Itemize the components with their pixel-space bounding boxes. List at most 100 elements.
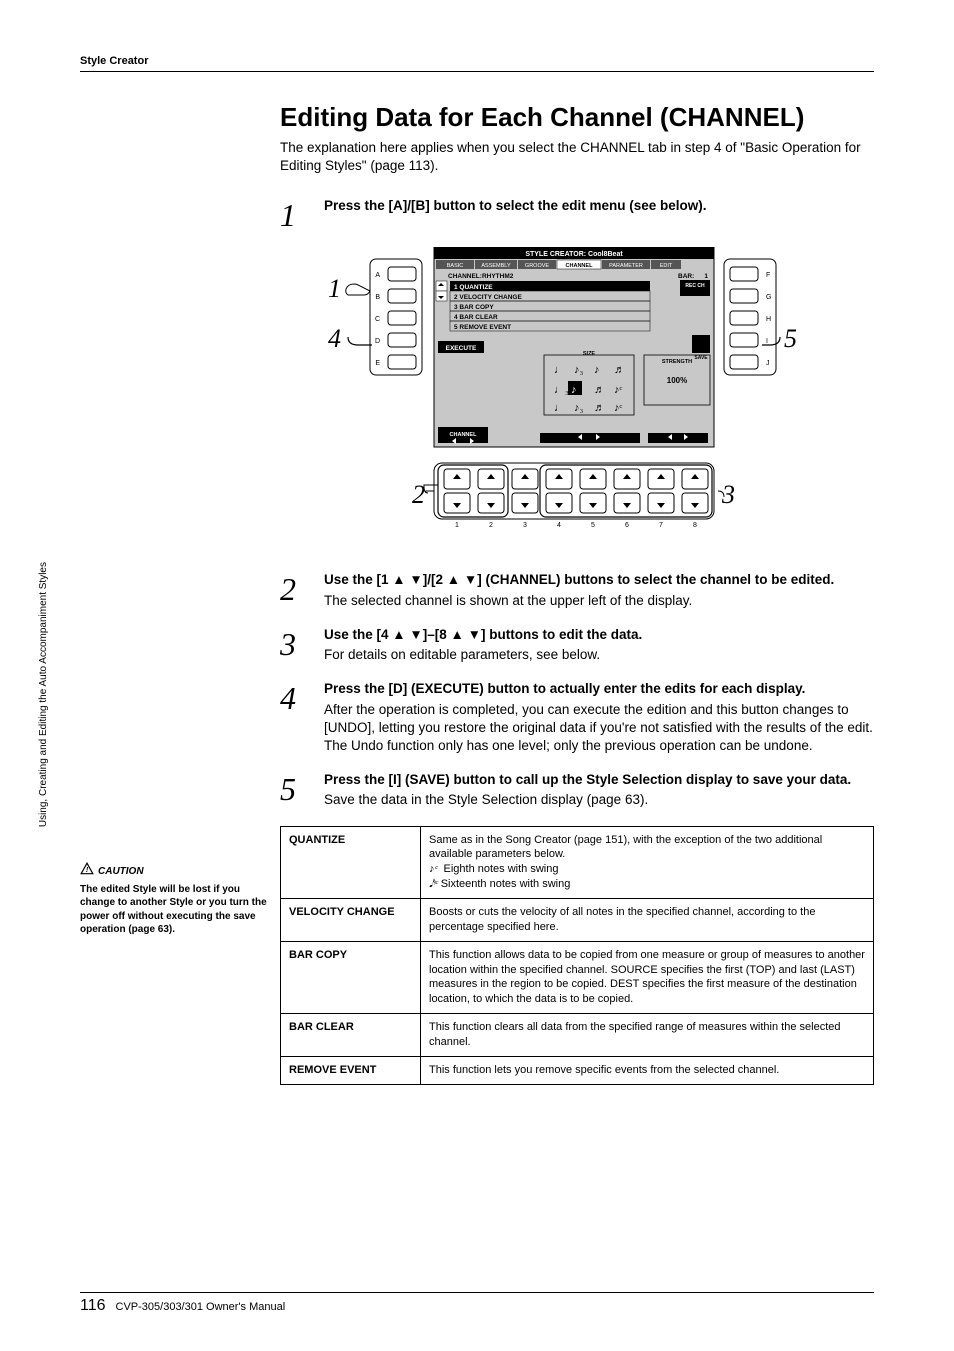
screen-strength-value: 100% xyxy=(667,376,687,385)
caution-box: ! CAUTION The edited Style will be lost … xyxy=(80,862,270,937)
screen-strength-label: STRENGTH xyxy=(662,359,692,365)
svg-text:E: E xyxy=(375,360,380,367)
step-body: Save the data in the Style Selection dis… xyxy=(324,791,874,809)
svg-text:7: 7 xyxy=(659,522,663,529)
svg-text:3 BAR COPY: 3 BAR COPY xyxy=(454,304,494,311)
step-number: 1 xyxy=(280,197,324,231)
param-name: BAR CLEAR xyxy=(281,1014,421,1057)
step-body: After the operation is completed, you ca… xyxy=(324,701,874,756)
callout-2: 2 xyxy=(412,480,425,509)
svg-text:G: G xyxy=(766,294,771,301)
screen-bar-label: BAR: xyxy=(678,273,694,280)
param-desc: This function allows data to be copied f… xyxy=(421,941,874,1013)
svg-text:F: F xyxy=(766,272,770,279)
svg-text:♩₃: ♩₃ xyxy=(554,384,569,396)
sixteenth-swing-icon: 𝅘𝅥𝅯ᶜ xyxy=(429,878,438,890)
panel-button-h: H xyxy=(730,311,771,325)
table-row: REMOVE EVENT This function lets you remo… xyxy=(281,1056,874,1084)
number-button-2: 2 xyxy=(478,469,504,529)
param-name: QUANTIZE xyxy=(281,826,421,898)
bracket-callout-2 xyxy=(438,465,508,517)
table-row: QUANTIZE Same as in the Song Creator (pa… xyxy=(281,826,874,898)
number-button-panel xyxy=(434,463,714,519)
panel-button-g: G xyxy=(730,289,771,303)
screen-title: STYLE CREATOR: Cool8Beat xyxy=(525,251,623,258)
svg-text:1 QUANTIZE: 1 QUANTIZE xyxy=(454,284,493,291)
page-title: Editing Data for Each Channel (CHANNEL) xyxy=(280,102,874,133)
param-name: VELOCITY CHANGE xyxy=(281,899,421,942)
svg-text:3: 3 xyxy=(523,522,527,529)
step-title: Press the [D] (EXECUTE) button to actual… xyxy=(324,680,874,698)
step-3: 3 Use the [4 ▲ ▼]–[8 ▲ ▼] buttons to edi… xyxy=(280,626,874,664)
section-tab: Using, Creating and Editing the Auto Acc… xyxy=(34,552,53,837)
step-4: 4 Press the [D] (EXECUTE) button to actu… xyxy=(280,680,874,755)
svg-text:2: 2 xyxy=(489,522,493,529)
svg-text:♪ᶜ: ♪ᶜ xyxy=(614,402,623,414)
svg-text:4: 4 xyxy=(557,522,561,529)
step-title: Press the [I] (SAVE) button to call up t… xyxy=(324,771,874,789)
svg-text:♬: ♬ xyxy=(614,364,625,376)
panel-button-d: D xyxy=(375,333,416,347)
svg-text:6: 6 xyxy=(625,522,629,529)
step-5: 5 Press the [I] (SAVE) button to call up… xyxy=(280,771,874,809)
svg-text:J: J xyxy=(766,360,770,367)
table-row: BAR CLEAR This function clears all data … xyxy=(281,1014,874,1057)
number-button-7: 7 xyxy=(648,469,674,529)
sidebar: Using, Creating and Editing the Auto Acc… xyxy=(80,102,280,1085)
parameter-table: QUANTIZE Same as in the Song Creator (pa… xyxy=(280,826,874,1085)
svg-text:ASSEMBLY: ASSEMBLY xyxy=(481,263,511,269)
step-2: 2 Use the [1 ▲ ▼]/[2 ▲ ▼] (CHANNEL) butt… xyxy=(280,571,874,609)
step-title: Press the [A]/[B] button to select the e… xyxy=(324,197,874,215)
step-1: 1 Press the [A]/[B] button to select the… xyxy=(280,197,874,231)
callout-4: 4 xyxy=(328,324,341,353)
svg-text:CHANNEL: CHANNEL xyxy=(566,263,594,269)
panel-button-a: A xyxy=(375,267,416,281)
bracket-callout-3 xyxy=(540,465,712,517)
step-number: 5 xyxy=(280,771,324,809)
param-desc: This function clears all data from the s… xyxy=(421,1014,874,1057)
number-button-3: 3 xyxy=(512,469,538,529)
step-body: The selected channel is shown at the upp… xyxy=(324,592,874,610)
section-tab-label: Using, Creating and Editing the Auto Acc… xyxy=(38,562,49,827)
svg-text:PARAMETER: PARAMETER xyxy=(609,263,643,269)
screen-bar-value: 1 xyxy=(704,273,708,280)
svg-text:♪ᶜ: ♪ᶜ xyxy=(614,384,623,396)
param-name: BAR COPY xyxy=(281,941,421,1013)
param-desc: This function lets you remove specific e… xyxy=(421,1056,874,1084)
svg-text:REC CH: REC CH xyxy=(685,283,705,289)
table-row: BAR COPY This function allows data to be… xyxy=(281,941,874,1013)
callout-5: 5 xyxy=(784,324,797,353)
svg-text:1: 1 xyxy=(455,522,459,529)
svg-text:8: 8 xyxy=(693,522,697,529)
page-header: Style Creator xyxy=(80,55,874,72)
number-button-5: 5 xyxy=(580,469,606,529)
step-title: Use the [1 ▲ ▼]/[2 ▲ ▼] (CHANNEL) button… xyxy=(324,571,874,589)
svg-text:♪₃: ♪₃ xyxy=(574,364,584,376)
svg-text:♬: ♬ xyxy=(594,384,605,396)
svg-text:♩: ♩ xyxy=(554,402,565,414)
number-button-8: 8 xyxy=(682,469,708,529)
page-footer: 116 CVP-305/303/301 Owner's Manual xyxy=(80,1292,874,1315)
svg-text:♪: ♪ xyxy=(571,384,577,396)
main-content: Editing Data for Each Channel (CHANNEL) … xyxy=(280,102,874,1085)
svg-text:EDIT: EDIT xyxy=(660,263,673,269)
screen-size-label: SIZE xyxy=(583,351,596,357)
panel-button-j: J xyxy=(730,355,770,369)
caution-label: CAUTION xyxy=(98,865,144,879)
number-button-1: 1 xyxy=(444,469,470,529)
step-number: 4 xyxy=(280,680,324,755)
step-number: 2 xyxy=(280,571,324,609)
eighth-swing-icon: ♪ᶜ xyxy=(429,863,437,875)
panel-diagram: A B C D E F G H I J xyxy=(318,247,798,547)
svg-text:♪: ♪ xyxy=(594,364,600,376)
svg-text:2 VELOCITY CHANGE: 2 VELOCITY CHANGE xyxy=(454,294,522,301)
hand-pointer-icon xyxy=(346,284,370,295)
svg-text:GROOVE: GROOVE xyxy=(525,263,549,269)
svg-text:5: 5 xyxy=(591,522,595,529)
table-row: VELOCITY CHANGE Boosts or cuts the veloc… xyxy=(281,899,874,942)
svg-text:A: A xyxy=(375,272,380,279)
svg-text:5 REMOVE EVENT: 5 REMOVE EVENT xyxy=(454,324,511,331)
svg-text:I: I xyxy=(766,338,768,345)
step-number: 3 xyxy=(280,626,324,664)
param-desc: Boosts or cuts the velocity of all notes… xyxy=(421,899,874,942)
